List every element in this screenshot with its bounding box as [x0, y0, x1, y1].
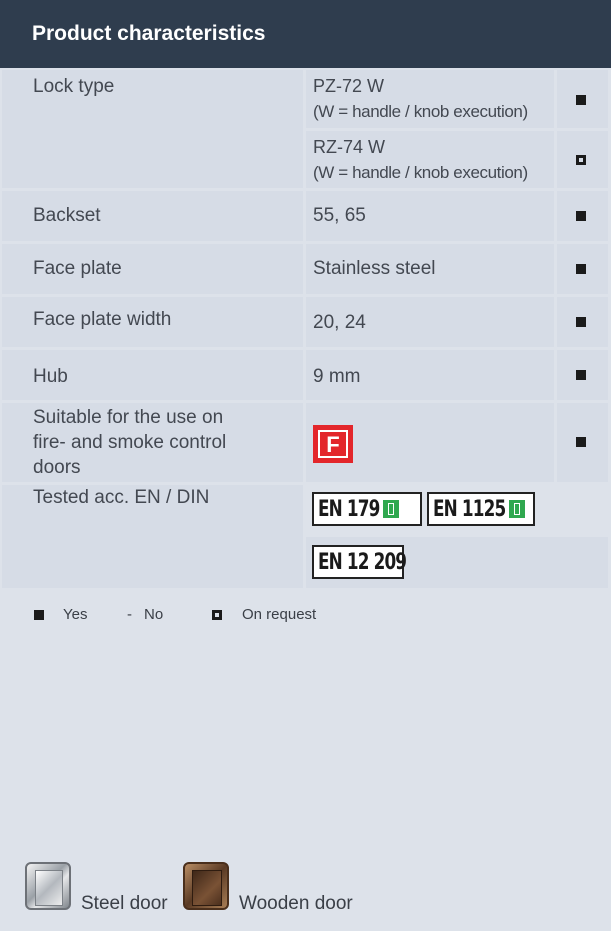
hub-label-cell: Hub — [2, 350, 303, 400]
face-plate-label: Face plate — [33, 258, 122, 279]
fire-door-badge-icon: F — [313, 425, 353, 463]
wooden-door-icon — [183, 862, 229, 910]
lock-type-option2-mark-cell — [557, 131, 608, 188]
steel-door-label: Steel door — [81, 893, 168, 914]
fire-badge-letter: F — [318, 430, 348, 458]
lock-type-option1-mark-cell — [557, 70, 608, 128]
fire-label-line2: fire- and smoke control — [33, 432, 227, 453]
lock-type-option2-cell: RZ-74 W (W = handle / knob execution) — [306, 131, 554, 188]
legend-no: - No — [127, 606, 163, 623]
section-header: Product characteristics — [0, 0, 611, 68]
lock-type-option2-name: RZ-74 W — [313, 137, 385, 157]
lock-type-label: Lock type — [33, 76, 115, 97]
legend-on-request: On request — [212, 606, 316, 623]
hub-mark-cell — [557, 350, 608, 400]
yes-mark-icon — [34, 609, 44, 620]
lock-type-option1-note: (W = handle / knob execution) — [313, 102, 528, 121]
backset-value: 55, 65 — [313, 205, 366, 226]
legend-on-request-label: On request — [242, 606, 317, 623]
yes-mark-icon — [576, 264, 586, 274]
tested-badges-cell-2: EN 12 209 — [306, 537, 608, 588]
hub-label: Hub — [33, 366, 68, 387]
fire-mark-cell — [557, 403, 608, 482]
wooden-door-label: Wooden door — [239, 893, 353, 914]
en-1125-badge: EN 1125 — [427, 492, 535, 526]
emergency-exit-icon — [508, 499, 527, 519]
steel-door-icon — [25, 862, 71, 910]
face-plate-width-label: Face plate width — [33, 309, 172, 330]
tested-badges-cell-1: EN 179 EN 1125 — [306, 485, 608, 534]
fire-value-cell: F — [306, 403, 554, 482]
en-12209-text: EN 12 209 — [318, 549, 407, 575]
lock-type-label-cell: Lock type — [2, 70, 303, 188]
fire-label-line1: Suitable for the use on — [33, 407, 224, 428]
on-request-mark-icon — [576, 155, 586, 165]
tested-label: Tested acc. EN / DIN — [33, 487, 210, 508]
face-plate-width-mark-cell — [557, 297, 608, 347]
face-plate-value: Stainless steel — [313, 258, 436, 279]
no-mark-icon: - — [127, 606, 132, 623]
en-179-text: EN 179 — [318, 496, 380, 522]
yes-mark-icon — [576, 95, 586, 105]
face-plate-width-value: 20, 24 — [313, 312, 366, 333]
yes-mark-icon — [576, 211, 586, 221]
yes-mark-icon — [576, 317, 586, 327]
fire-label-cell: Suitable for the use on fire- and smoke … — [2, 403, 303, 482]
face-plate-label-cell: Face plate — [2, 244, 303, 294]
face-plate-width-value-cell: 20, 24 — [306, 297, 554, 347]
lock-type-option1-cell: PZ-72 W (W = handle / knob execution) — [306, 70, 554, 128]
on-request-mark-icon — [212, 609, 222, 620]
yes-mark-icon — [576, 437, 586, 447]
backset-mark-cell — [557, 191, 608, 241]
hub-value: 9 mm — [313, 366, 361, 387]
legend: Yes - No On request — [0, 606, 611, 626]
face-plate-width-label-cell: Face plate width — [2, 297, 303, 347]
legend-yes-label: Yes — [63, 606, 88, 623]
face-plate-mark-cell — [557, 244, 608, 294]
backset-value-cell: 55, 65 — [306, 191, 554, 241]
emergency-exit-icon — [382, 499, 401, 519]
backset-label-cell: Backset — [2, 191, 303, 241]
legend-yes: Yes — [34, 606, 87, 623]
face-plate-value-cell: Stainless steel — [306, 244, 554, 294]
backset-label: Backset — [33, 205, 101, 226]
hub-value-cell: 9 mm — [306, 350, 554, 400]
fire-label-line3: doors — [33, 457, 81, 478]
en-1125-text: EN 1125 — [433, 496, 506, 522]
en-179-badge: EN 179 — [312, 492, 422, 526]
yes-mark-icon — [576, 370, 586, 380]
en-12209-badge: EN 12 209 — [312, 545, 407, 579]
tested-label-cell: Tested acc. EN / DIN — [2, 485, 303, 588]
lock-type-option2-note: (W = handle / knob execution) — [313, 163, 528, 182]
legend-no-label: No — [144, 606, 164, 623]
page-title: Product characteristics — [32, 22, 266, 45]
lock-type-option1-name: PZ-72 W — [313, 76, 385, 96]
